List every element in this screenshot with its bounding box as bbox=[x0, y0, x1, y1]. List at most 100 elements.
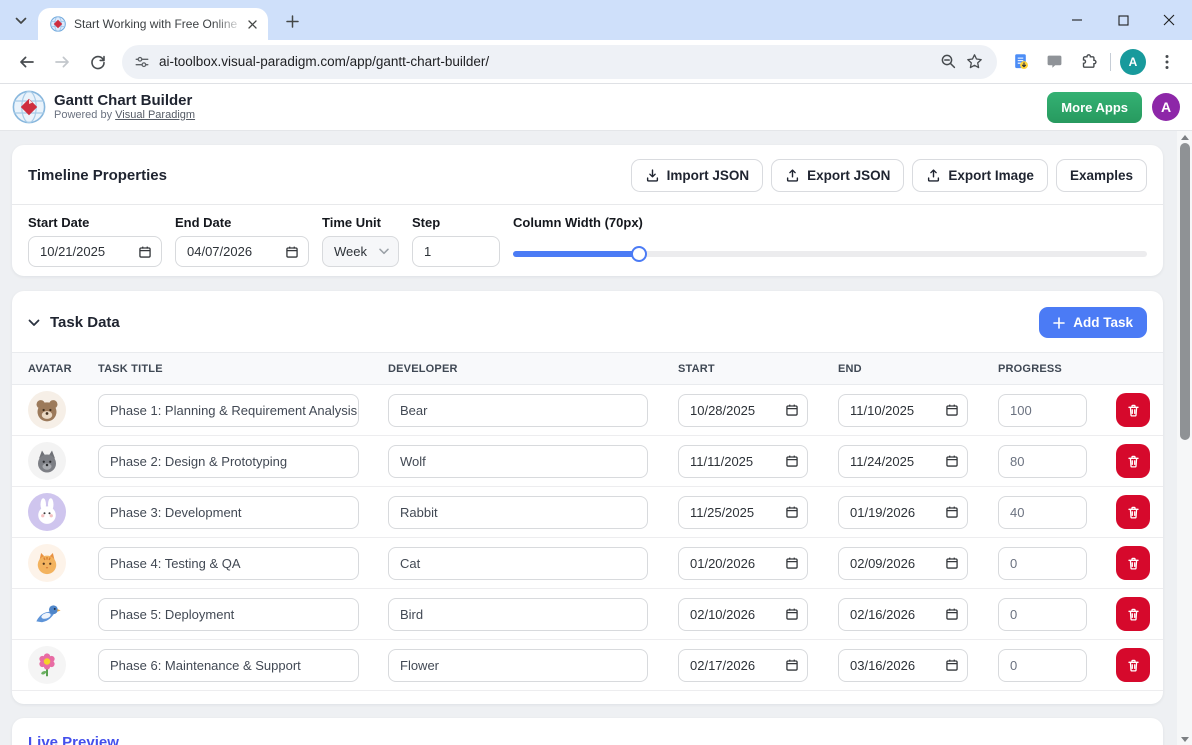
end-date-input[interactable]: 03/16/2026 bbox=[838, 648, 968, 682]
end-date-input[interactable]: 02/09/2026 bbox=[838, 546, 968, 580]
reload-button[interactable] bbox=[82, 46, 114, 78]
export-image-button[interactable]: Export Image bbox=[912, 159, 1048, 192]
start-date-input[interactable]: 10/28/2025 bbox=[678, 393, 808, 427]
task-rows: Phase 1: Planning & Requirement Analysis… bbox=[12, 385, 1163, 691]
step-input[interactable]: 1 bbox=[412, 236, 500, 267]
task-title-input[interactable]: Phase 3: Development bbox=[98, 495, 359, 529]
delete-task-button[interactable] bbox=[1116, 393, 1150, 427]
visual-paradigm-link[interactable]: Visual Paradigm bbox=[115, 109, 195, 121]
calendar-icon bbox=[139, 246, 151, 258]
start-date-input[interactable]: 10/21/2025 bbox=[28, 236, 162, 267]
scroll-up-arrow[interactable] bbox=[1177, 131, 1192, 143]
import-icon bbox=[646, 169, 658, 182]
progress-input[interactable]: 0 bbox=[998, 648, 1087, 682]
start-date-input[interactable]: 11/25/2025 bbox=[678, 495, 808, 529]
start-date-input[interactable]: 11/11/2025 bbox=[678, 444, 808, 478]
page-viewport: Gantt Chart Builder Powered by Visual Pa… bbox=[0, 84, 1192, 745]
end-date-input[interactable]: 11/24/2025 bbox=[838, 444, 968, 478]
developer-input[interactable]: Wolf bbox=[388, 444, 648, 478]
scrollbar[interactable] bbox=[1177, 131, 1192, 745]
developer-input[interactable]: Rabbit bbox=[388, 495, 648, 529]
task-title-input[interactable]: Phase 5: Deployment bbox=[98, 597, 359, 631]
task-title-input[interactable]: Phase 1: Planning & Requirement Analysis bbox=[98, 393, 359, 427]
start-date-field: Start Date 10/21/2025 bbox=[28, 215, 162, 267]
forward-button[interactable] bbox=[46, 46, 78, 78]
examples-button[interactable]: Examples bbox=[1055, 159, 1147, 192]
minimize-button[interactable] bbox=[1054, 0, 1100, 40]
time-unit-select[interactable]: Week bbox=[322, 236, 399, 267]
developer-input[interactable]: Bear bbox=[388, 393, 648, 427]
progress-input[interactable]: 80 bbox=[998, 444, 1087, 478]
developer-input[interactable]: Bird bbox=[388, 597, 648, 631]
end-date-input[interactable]: 02/16/2026 bbox=[838, 597, 968, 631]
start-date-input[interactable]: 01/20/2026 bbox=[678, 546, 808, 580]
scrollbar-track[interactable] bbox=[1177, 143, 1192, 733]
scrollbar-thumb[interactable] bbox=[1179, 143, 1190, 440]
address-bar[interactable]: ai-toolbox.visual-paradigm.com/app/gantt… bbox=[122, 44, 997, 79]
docs-offline-extension-icon[interactable] bbox=[1005, 47, 1035, 77]
task-title-input[interactable]: Phase 4: Testing & QA bbox=[98, 546, 359, 580]
column-width-field: Column Width (70px) bbox=[513, 215, 1147, 267]
comment-extension-icon[interactable] bbox=[1039, 47, 1069, 77]
collapse-chevron-icon[interactable] bbox=[28, 319, 40, 327]
more-apps-button[interactable]: More Apps bbox=[1047, 91, 1142, 123]
trash-icon bbox=[1127, 557, 1139, 569]
calendar-icon bbox=[286, 246, 298, 258]
start-date-label: Start Date bbox=[28, 215, 90, 230]
scroll-down-arrow[interactable] bbox=[1177, 733, 1192, 745]
avatar bbox=[28, 442, 66, 480]
col-developer: DEVELOPER bbox=[388, 362, 458, 375]
start-date-input[interactable]: 02/17/2026 bbox=[678, 648, 808, 682]
delete-task-button[interactable] bbox=[1116, 648, 1150, 682]
export-json-button[interactable]: Export JSON bbox=[771, 159, 905, 192]
end-date-input[interactable]: 01/19/2026 bbox=[838, 495, 968, 529]
table-row: Phase 6: Maintenance & Support Flower 02… bbox=[12, 640, 1163, 691]
browser-tab[interactable]: Start Working with Free Online bbox=[38, 8, 268, 40]
column-width-label: Column Width (70px) bbox=[513, 215, 643, 230]
favicon-visual-paradigm bbox=[50, 16, 66, 32]
table-header-row: AVATAR TASK TITLE DEVELOPER START END PR… bbox=[12, 352, 1163, 385]
end-date-input[interactable]: 04/07/2026 bbox=[175, 236, 309, 267]
avatar bbox=[28, 544, 66, 582]
add-task-button[interactable]: Add Task bbox=[1039, 307, 1147, 338]
progress-input[interactable]: 0 bbox=[998, 597, 1087, 631]
site-settings-icon[interactable] bbox=[134, 54, 150, 70]
task-title-input[interactable]: Phase 6: Maintenance & Support bbox=[98, 648, 359, 682]
chevron-down-icon bbox=[379, 248, 389, 255]
trash-icon bbox=[1127, 455, 1139, 467]
powered-by: Powered by Visual Paradigm bbox=[54, 109, 196, 121]
tab-search-chevron-icon[interactable] bbox=[10, 10, 32, 32]
browser-profile-avatar[interactable]: A bbox=[1120, 48, 1146, 75]
user-avatar[interactable]: A bbox=[1152, 93, 1180, 121]
tab-close-icon[interactable] bbox=[244, 16, 260, 32]
progress-input[interactable]: 100 bbox=[998, 393, 1087, 427]
back-button[interactable] bbox=[10, 46, 42, 78]
column-width-slider[interactable] bbox=[513, 246, 1147, 262]
bookmark-star-icon[interactable] bbox=[961, 49, 987, 75]
column-width-thumb[interactable] bbox=[630, 246, 647, 262]
close-window-button[interactable] bbox=[1146, 0, 1192, 40]
developer-input[interactable]: Flower bbox=[388, 648, 648, 682]
developer-input[interactable]: Cat bbox=[388, 546, 648, 580]
progress-input[interactable]: 40 bbox=[998, 495, 1087, 529]
task-title-input[interactable]: Phase 2: Design & Prototyping bbox=[98, 444, 359, 478]
delete-task-button[interactable] bbox=[1116, 495, 1150, 529]
avatar bbox=[28, 595, 66, 633]
delete-task-button[interactable] bbox=[1116, 597, 1150, 631]
start-date-input[interactable]: 02/10/2026 bbox=[678, 597, 808, 631]
calendar-icon bbox=[946, 659, 958, 671]
progress-input[interactable]: 0 bbox=[998, 546, 1087, 580]
delete-task-button[interactable] bbox=[1116, 444, 1150, 478]
zoom-out-icon[interactable] bbox=[935, 49, 961, 75]
extensions-puzzle-icon[interactable] bbox=[1073, 47, 1103, 77]
browser-menu-icon[interactable] bbox=[1152, 47, 1182, 77]
delete-task-button[interactable] bbox=[1116, 546, 1150, 580]
timeline-properties-card: Timeline Properties Import JSON Export J… bbox=[12, 145, 1163, 276]
new-tab-button[interactable] bbox=[280, 9, 304, 33]
timeline-properties-title: Timeline Properties bbox=[28, 167, 167, 184]
col-start: START bbox=[678, 362, 715, 375]
import-json-button[interactable]: Import JSON bbox=[630, 159, 764, 192]
maximize-button[interactable] bbox=[1100, 0, 1146, 40]
calendar-icon bbox=[786, 557, 798, 569]
end-date-input[interactable]: 11/10/2025 bbox=[838, 393, 968, 427]
